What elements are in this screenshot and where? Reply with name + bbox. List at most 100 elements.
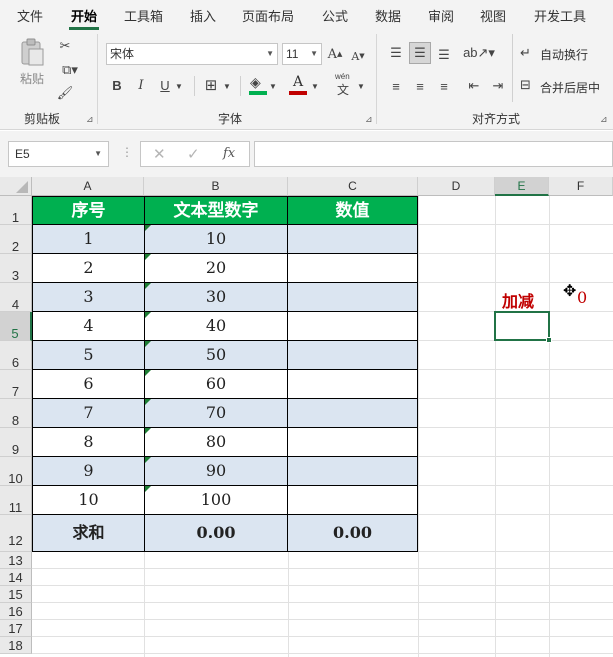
select-all-corner[interactable] [0, 177, 32, 196]
font-launcher-icon[interactable]: ⊿ [365, 114, 373, 125]
menu-review[interactable]: 审阅 [428, 6, 454, 25]
row-header-13[interactable]: 13 [0, 552, 32, 569]
row-header-17[interactable]: 17 [0, 620, 32, 637]
chevron-down-icon[interactable]: ▼ [268, 78, 278, 94]
insert-function-icon[interactable]: fx [223, 146, 235, 161]
table-cell[interactable]: 8 [32, 428, 145, 457]
table-cell[interactable]: 90 [145, 457, 288, 486]
column-header-c[interactable]: C [288, 177, 418, 196]
align-bottom-icon[interactable]: ☰ [434, 46, 454, 64]
row-header-8[interactable]: 8 [0, 399, 32, 428]
enter-icon[interactable]: ✓ [187, 145, 200, 163]
table-cell[interactable]: 文本型数字 [145, 196, 288, 225]
bold-button[interactable]: B [110, 77, 124, 93]
table-cell[interactable]: 序号 [32, 196, 145, 225]
phonetic-button[interactable]: wén 文 [334, 72, 354, 98]
shrink-font-button[interactable]: A ▼ [350, 48, 366, 64]
table-cell[interactable]: 5 [32, 341, 145, 370]
underline-button[interactable]: U [158, 77, 172, 93]
menu-developer[interactable]: 开发工具 [534, 6, 586, 25]
table-cell[interactable]: 9 [32, 457, 145, 486]
column-header-b[interactable]: B [144, 177, 288, 196]
row-header-7[interactable]: 7 [0, 370, 32, 399]
table-cell[interactable]: 50 [145, 341, 288, 370]
table-cell[interactable]: 100 [145, 486, 288, 515]
paste-button[interactable]: 粘贴 [14, 36, 50, 90]
menu-view[interactable]: 视图 [480, 6, 506, 25]
table-cell[interactable] [288, 428, 418, 457]
row-header-11[interactable]: 11 [0, 486, 32, 515]
selected-cell-e5[interactable] [494, 311, 550, 341]
font-name-select[interactable]: 宋体 ▼ [106, 43, 278, 65]
table-cell[interactable]: 7 [32, 399, 145, 428]
cut-icon[interactable]: ✂ [56, 38, 74, 54]
row-header-15[interactable]: 15 [0, 586, 32, 603]
row-header-3[interactable]: 3 [0, 254, 32, 283]
cancel-icon[interactable]: ✕ [153, 145, 166, 163]
alignment-launcher-icon[interactable]: ⊿ [600, 114, 608, 125]
row-header-9[interactable]: 9 [0, 428, 32, 457]
underline-dropdown-icon[interactable]: ▼ [174, 78, 184, 94]
table-cell[interactable]: 3 [32, 283, 145, 312]
menu-file[interactable]: 文件 [17, 6, 43, 25]
row-header-18[interactable]: 18 [0, 637, 32, 654]
row-header-14[interactable]: 14 [0, 569, 32, 586]
align-right-icon[interactable]: ≡ [434, 77, 454, 95]
table-cell[interactable] [288, 341, 418, 370]
fill-color-button[interactable]: ◈ [248, 74, 268, 96]
table-cell[interactable] [288, 399, 418, 428]
copy-icon[interactable]: ⧉▾ [56, 62, 84, 78]
merge-center-button[interactable]: ⊟ 合并后居中 [518, 77, 613, 97]
column-header-d[interactable]: D [418, 177, 495, 196]
menu-toolbox[interactable]: 工具箱 [124, 6, 163, 25]
table-cell[interactable]: 0.00 [145, 515, 288, 552]
chevron-down-icon[interactable]: ▼ [222, 78, 232, 94]
table-cell[interactable]: 40 [145, 312, 288, 341]
menu-formulas[interactable]: 公式 [322, 6, 348, 25]
table-cell[interactable]: 0.00 [288, 515, 418, 552]
clipboard-launcher-icon[interactable]: ⊿ [86, 114, 94, 125]
table-cell[interactable]: 80 [145, 428, 288, 457]
orientation-icon[interactable]: ab↗▾ [463, 44, 495, 62]
font-color-button[interactable]: A [288, 74, 308, 96]
align-center-icon[interactable]: ≡ [410, 77, 430, 95]
grow-font-button[interactable]: A ▲ [327, 46, 343, 62]
menu-insert[interactable]: 插入 [190, 6, 216, 25]
table-cell[interactable] [288, 486, 418, 515]
row-header-16[interactable]: 16 [0, 603, 32, 620]
table-cell[interactable]: 30 [145, 283, 288, 312]
column-header-f[interactable]: F [549, 177, 613, 196]
increase-indent-icon[interactable]: ⇥ [488, 77, 508, 95]
font-size-select[interactable]: 11 ▼ [282, 43, 322, 65]
table-cell[interactable] [288, 225, 418, 254]
format-painter-icon[interactable]: 🖌 [56, 85, 74, 101]
wrap-text-button[interactable]: ↵ 自动换行 [518, 44, 613, 64]
align-top-icon[interactable]: ☰ [386, 44, 406, 62]
table-cell[interactable] [288, 283, 418, 312]
menu-data[interactable]: 数据 [375, 6, 401, 25]
row-header-2[interactable]: 2 [0, 225, 32, 254]
column-header-e[interactable]: E [495, 177, 549, 196]
row-header-4[interactable]: 4 [0, 283, 32, 312]
table-cell[interactable] [288, 254, 418, 283]
table-cell[interactable]: 1 [32, 225, 145, 254]
row-header-12[interactable]: 12 [0, 515, 32, 552]
table-cell[interactable]: 4 [32, 312, 145, 341]
table-cell[interactable]: 10 [145, 225, 288, 254]
name-box[interactable]: E5 ▼ [8, 141, 109, 167]
fill-handle[interactable] [546, 337, 552, 343]
chevron-down-icon[interactable]: ▼ [310, 78, 320, 94]
table-cell[interactable] [288, 457, 418, 486]
decrease-indent-icon[interactable]: ⇤ [464, 77, 484, 95]
table-cell[interactable]: 60 [145, 370, 288, 399]
table-cell[interactable]: 10 [32, 486, 145, 515]
table-cell[interactable]: 70 [145, 399, 288, 428]
formula-input[interactable] [254, 141, 613, 167]
table-cell[interactable]: 20 [145, 254, 288, 283]
align-middle-icon[interactable]: ☰ [409, 42, 431, 64]
row-header-5[interactable]: 5 [0, 312, 32, 341]
chevron-down-icon[interactable]: ▼ [356, 78, 366, 94]
align-left-icon[interactable]: ≡ [386, 77, 406, 95]
table-cell[interactable]: 求和 [32, 515, 145, 552]
border-icon[interactable]: ⊞ [202, 77, 220, 94]
